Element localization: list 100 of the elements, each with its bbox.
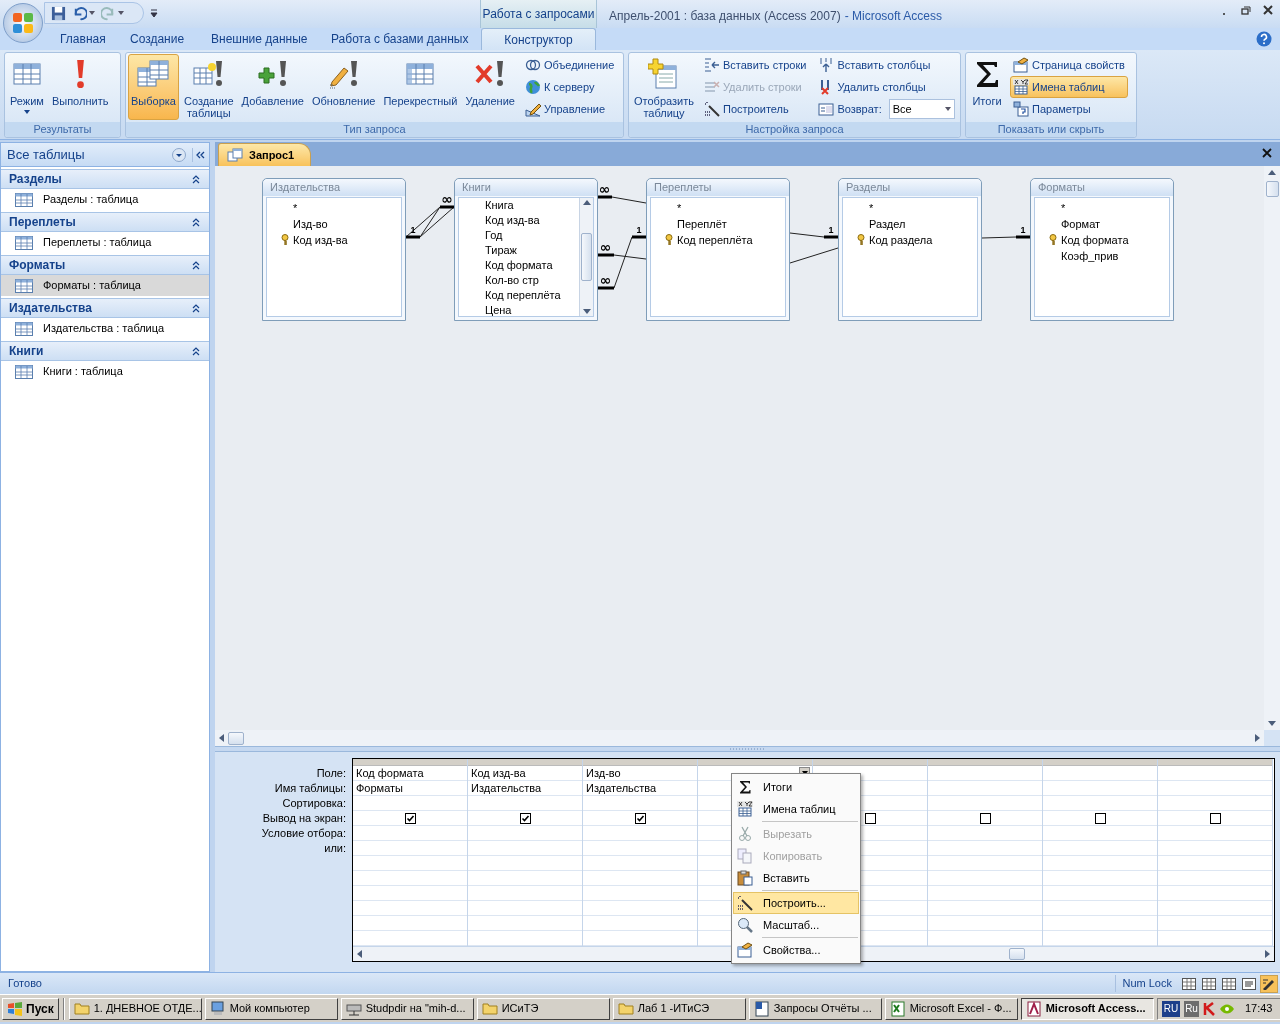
- ribbon-button[interactable]: Удалить столбцы: [815, 76, 955, 98]
- scrollbar-thumb[interactable]: [581, 233, 592, 281]
- checkbox[interactable]: [1209, 812, 1221, 824]
- group-header[interactable]: Разделы: [1, 169, 209, 189]
- nav-item[interactable]: Форматы : таблица: [1, 275, 209, 296]
- checkbox[interactable]: [519, 812, 531, 824]
- return-button[interactable]: Возврат:: [815, 98, 885, 120]
- ribbon-button[interactable]: Объединение: [521, 54, 618, 76]
- grid-cell[interactable]: Форматы: [353, 781, 467, 796]
- taskbar-button[interactable]: Microsoft Excel - Ф...: [884, 997, 1018, 1020]
- ribbon-button[interactable]: Вставить строки: [700, 54, 810, 76]
- computer-icon: [209, 1000, 226, 1017]
- column-selector[interactable]: [353, 759, 467, 766]
- vertical-scrollbar[interactable]: [1264, 166, 1280, 730]
- undo-button[interactable]: [72, 5, 95, 21]
- ribbon-button[interactable]: Режим: [7, 54, 47, 120]
- grid-cell[interactable]: Издательства: [583, 781, 697, 796]
- one-label: 1: [410, 225, 416, 235]
- scrollbar-thumb[interactable]: [228, 731, 244, 745]
- save-button[interactable]: [51, 5, 66, 21]
- grid-cell[interactable]: Код изд-ва: [468, 766, 582, 781]
- ribbon-button[interactable]: Удаление: [462, 54, 518, 120]
- ribbon-button[interactable]: Отобразить таблицу: [631, 54, 697, 120]
- language-indicator[interactable]: RU: [1161, 1000, 1181, 1017]
- group-header[interactable]: Форматы: [1, 255, 209, 275]
- grid-cell[interactable]: Код формата: [353, 766, 467, 781]
- ribbon-button[interactable]: Построитель: [700, 98, 810, 120]
- taskbar-button[interactable]: Мой компьютер: [204, 997, 338, 1020]
- menu-item[interactable]: Имена таблиц: [733, 798, 859, 820]
- help-button[interactable]: [1256, 31, 1272, 47]
- scrollbar-thumb[interactable]: [1265, 181, 1279, 197]
- ribbon-button[interactable]: Выборка: [128, 54, 179, 120]
- field-name: Формат: [1061, 216, 1101, 232]
- checkbox[interactable]: [1094, 812, 1106, 824]
- taskbar-button[interactable]: 1. ДНЕВНОЕ ОТДЕ...: [68, 997, 202, 1020]
- taskbar-button[interactable]: Лаб 1 -ИТиСЭ: [612, 997, 746, 1020]
- menu-item[interactable]: Построить...: [733, 892, 859, 914]
- taskbar-button[interactable]: Запросы Отчёты ...: [748, 997, 882, 1020]
- redo-button[interactable]: [101, 5, 124, 21]
- nav-item[interactable]: Книги : таблица: [1, 361, 209, 382]
- column-selector[interactable]: [583, 759, 697, 766]
- document-tab[interactable]: Запрос1: [218, 143, 312, 166]
- taskbar-button[interactable]: Microsoft Access...: [1020, 997, 1154, 1020]
- customize-button[interactable]: [150, 7, 158, 19]
- start-button[interactable]: Пуск: [2, 997, 59, 1020]
- grid-cell[interactable]: Изд-во: [583, 766, 697, 781]
- menu-item[interactable]: Вставить: [733, 867, 859, 889]
- ribbon-button[interactable]: Обновление: [308, 54, 379, 120]
- ribbon-button[interactable]: Добавление: [238, 54, 307, 120]
- menu-item[interactable]: Свойства...: [733, 939, 859, 961]
- column-selector[interactable]: [928, 759, 1042, 766]
- horizontal-scrollbar[interactable]: [215, 730, 1264, 746]
- ribbon-tab[interactable]: Работа с базами данных: [331, 28, 469, 50]
- view-button[interactable]: [1260, 974, 1278, 993]
- ribbon-button[interactable]: Выполнить: [48, 54, 112, 120]
- nav-item[interactable]: Разделы : таблица: [1, 189, 209, 210]
- checkbox[interactable]: [979, 812, 991, 824]
- ribbon-button[interactable]: Перекрестный: [380, 54, 461, 120]
- ribbon-button[interactable]: Вставить столбцы: [815, 54, 955, 76]
- menu-item[interactable]: Итоги: [733, 776, 859, 798]
- return-dropdown[interactable]: Все: [888, 99, 955, 119]
- field-name: Код переплёта: [485, 288, 561, 304]
- menu-item[interactable]: Масштаб...: [733, 914, 859, 936]
- group-header[interactable]: Переплеты: [1, 212, 209, 232]
- group-header[interactable]: Издательства: [1, 298, 209, 318]
- nav-item[interactable]: Издательства : таблица: [1, 318, 209, 339]
- ribbon-button[interactable]: Страница свойств: [1010, 54, 1128, 76]
- taskbar-button[interactable]: Studpdir на "mih-d...: [340, 997, 474, 1020]
- filter-button[interactable]: [172, 147, 186, 162]
- shutter-button[interactable]: [192, 147, 206, 162]
- office-button[interactable]: [3, 3, 43, 43]
- ribbon-button[interactable]: Параметры: [1010, 98, 1128, 120]
- splitter[interactable]: [215, 746, 1280, 752]
- ribbon-tab[interactable]: Создание: [130, 28, 185, 50]
- ribbon-button[interactable]: Итоги: [968, 54, 1006, 120]
- scrollbar-thumb[interactable]: [1009, 948, 1025, 960]
- column-selector[interactable]: [1043, 759, 1157, 766]
- grid-cell[interactable]: Издательства: [468, 781, 582, 796]
- keyboard-layout-indicator[interactable]: Ru: [1184, 1000, 1199, 1017]
- column-selector[interactable]: [1158, 759, 1272, 766]
- ribbon-button[interactable]: Управление: [521, 98, 618, 120]
- ribbon-tab[interactable]: Главная: [60, 28, 106, 50]
- ribbon-tab[interactable]: Внешние данные: [211, 28, 308, 50]
- checkbox[interactable]: [634, 812, 646, 824]
- close-button[interactable]: [1262, 147, 1274, 159]
- ribbon-button[interactable]: К серверу: [521, 76, 618, 98]
- scrollbar[interactable]: [579, 198, 593, 316]
- ribbon-button[interactable]: Создание таблицы: [180, 54, 237, 120]
- column-selector[interactable]: [468, 759, 582, 766]
- checkbox[interactable]: [404, 812, 416, 824]
- taskbar-button[interactable]: ИСиТЭ: [476, 997, 610, 1020]
- checkbox[interactable]: [864, 812, 876, 824]
- up-arrow-icon: [582, 200, 591, 205]
- close-icon: [1263, 5, 1273, 15]
- ribbon-tab[interactable]: Конструктор: [481, 28, 596, 50]
- nav-item[interactable]: Переплеты : таблица: [1, 232, 209, 253]
- folder-icon: [481, 1000, 498, 1017]
- group-header[interactable]: Книги: [1, 341, 209, 361]
- field-name: *: [869, 200, 874, 216]
- ribbon-button[interactable]: Имена таблиц: [1010, 76, 1128, 98]
